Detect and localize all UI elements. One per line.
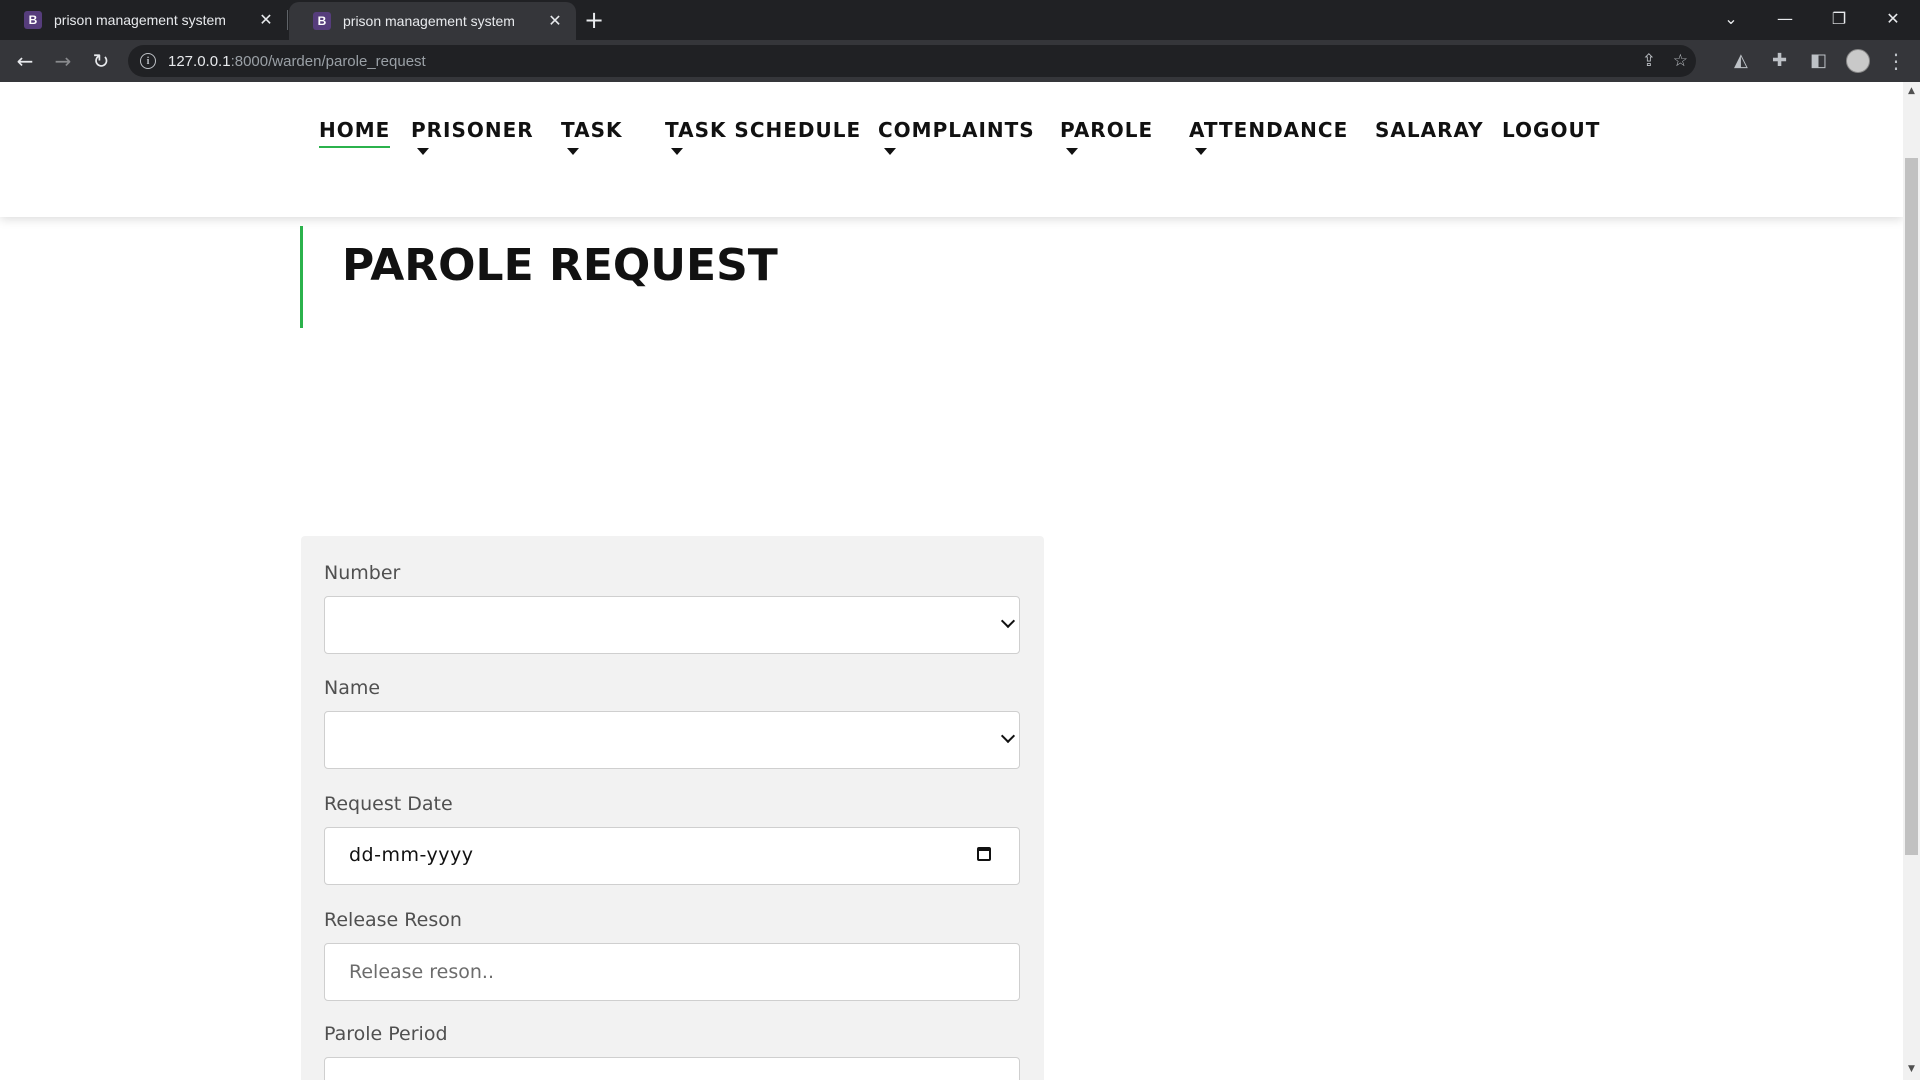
scroll-up-arrow-icon[interactable]: ▲	[1903, 86, 1920, 96]
browser-tab-active[interactable]: B prison management system ✕	[289, 2, 576, 40]
back-arrow-icon[interactable]: ←	[12, 48, 38, 74]
url-host: 127.0.0.1	[168, 52, 231, 70]
bookmark-star-icon[interactable]: ☆	[1673, 51, 1688, 71]
release-reason-label: Release Reson	[324, 909, 462, 931]
browser-tab-strip: B prison management system ✕ B prison ma…	[0, 0, 1920, 40]
nav-complaints[interactable]: COMPLAINTS	[878, 118, 1035, 155]
tab-search-icon[interactable]: ⌄	[1704, 0, 1758, 36]
close-tab-icon[interactable]: ✕	[257, 10, 275, 30]
browser-tab[interactable]: B prison management system ✕	[0, 0, 287, 40]
browser-menu-icon[interactable]: ⋮	[1886, 48, 1906, 74]
nav-salary-label: SALARAY	[1375, 118, 1484, 142]
nav-task-label: TASK	[561, 118, 623, 142]
caret-down-icon	[1066, 148, 1078, 155]
nav-home-label: HOME	[319, 118, 391, 148]
bootstrap-favicon-icon: B	[24, 11, 42, 29]
nav-complaints-label: COMPLAINTS	[878, 118, 1035, 142]
name-label: Name	[324, 677, 381, 699]
nav-attendance[interactable]: ATTENDANCE	[1189, 118, 1348, 155]
address-bar[interactable]: i 127.0.0.1:8000/warden/parole_request ⇪…	[128, 45, 1696, 77]
nav-task-schedule-label: TASK SCHEDULE	[665, 118, 862, 142]
chevron-down-icon	[1000, 613, 1016, 629]
parole-request-form: Number Name Request Date dd-mm-yyyy Rele…	[301, 536, 1044, 1080]
browser-toolbar: ← → ↻ i 127.0.0.1:8000/warden/parole_req…	[0, 40, 1920, 82]
nav-home[interactable]: HOME	[319, 118, 391, 148]
caret-down-icon	[884, 148, 896, 155]
calendar-icon[interactable]	[977, 847, 991, 861]
date-placeholder: dd-mm-yyyy	[349, 844, 474, 866]
tab-separator	[287, 10, 288, 30]
scrollbar-thumb[interactable]	[1905, 158, 1918, 855]
caret-down-icon	[1195, 148, 1207, 155]
profile-avatar[interactable]	[1846, 49, 1870, 73]
nav-task-schedule[interactable]: TASK SCHEDULE	[665, 118, 861, 155]
number-label: Number	[324, 562, 401, 584]
bootstrap-favicon-icon: B	[313, 12, 331, 30]
nav-salary[interactable]: SALARAY	[1375, 118, 1484, 142]
nav-parole-label: PAROLE	[1060, 118, 1154, 142]
page-heading-block: PAROLE REQUEST	[300, 226, 778, 328]
page-title: PAROLE REQUEST	[342, 240, 778, 291]
parole-period-input[interactable]	[324, 1057, 1020, 1080]
nav-attendance-label: ATTENDANCE	[1189, 118, 1349, 142]
nav-logout[interactable]: LOGOUT	[1502, 118, 1600, 142]
tab-title: prison management system	[343, 13, 515, 29]
nav-parole[interactable]: PAROLE	[1060, 118, 1153, 155]
chevron-down-icon	[1000, 728, 1016, 744]
new-tab-icon[interactable]: +	[584, 6, 604, 34]
parole-period-label: Parole Period	[324, 1023, 448, 1045]
caret-down-icon	[671, 148, 683, 155]
request-date-input[interactable]: dd-mm-yyyy	[324, 827, 1020, 885]
scroll-down-arrow-icon[interactable]: ▼	[1903, 1064, 1920, 1074]
nav-prisoner-label: PRISONER	[411, 118, 534, 142]
site-navbar: HOME PRISONER TASK TASK SCHEDULE COMPLAI…	[0, 82, 1903, 217]
tab-title: prison management system	[54, 12, 226, 28]
caret-down-icon	[567, 148, 579, 155]
forward-arrow-icon[interactable]: →	[50, 48, 76, 74]
extension-icon[interactable]: ◭	[1734, 50, 1748, 72]
minimize-icon[interactable]: —	[1758, 0, 1812, 36]
nav-task[interactable]: TASK	[561, 118, 622, 155]
request-date-label: Request Date	[324, 793, 453, 815]
close-window-icon[interactable]: ✕	[1866, 0, 1920, 36]
release-reason-input[interactable]	[324, 943, 1020, 1001]
restore-icon[interactable]: ❐	[1812, 0, 1866, 36]
reload-icon[interactable]: ↻	[88, 48, 114, 74]
share-icon[interactable]: ⇪	[1642, 51, 1656, 71]
caret-down-icon	[417, 148, 429, 155]
url-path: :8000/warden/parole_request	[230, 52, 426, 70]
nav-prisoner[interactable]: PRISONER	[411, 118, 534, 155]
nav-logout-label: LOGOUT	[1502, 118, 1601, 142]
page-viewport: HOME PRISONER TASK TASK SCHEDULE COMPLAI…	[0, 82, 1903, 1080]
page-scrollbar[interactable]: ▲ ▼	[1903, 82, 1920, 1080]
close-tab-icon[interactable]: ✕	[546, 11, 564, 31]
number-select[interactable]	[324, 596, 1020, 654]
puzzle-extensions-icon[interactable]: ✚	[1772, 50, 1787, 72]
site-info-icon[interactable]: i	[140, 53, 156, 69]
name-select[interactable]	[324, 711, 1020, 769]
side-panel-icon[interactable]: ◧	[1810, 50, 1827, 72]
